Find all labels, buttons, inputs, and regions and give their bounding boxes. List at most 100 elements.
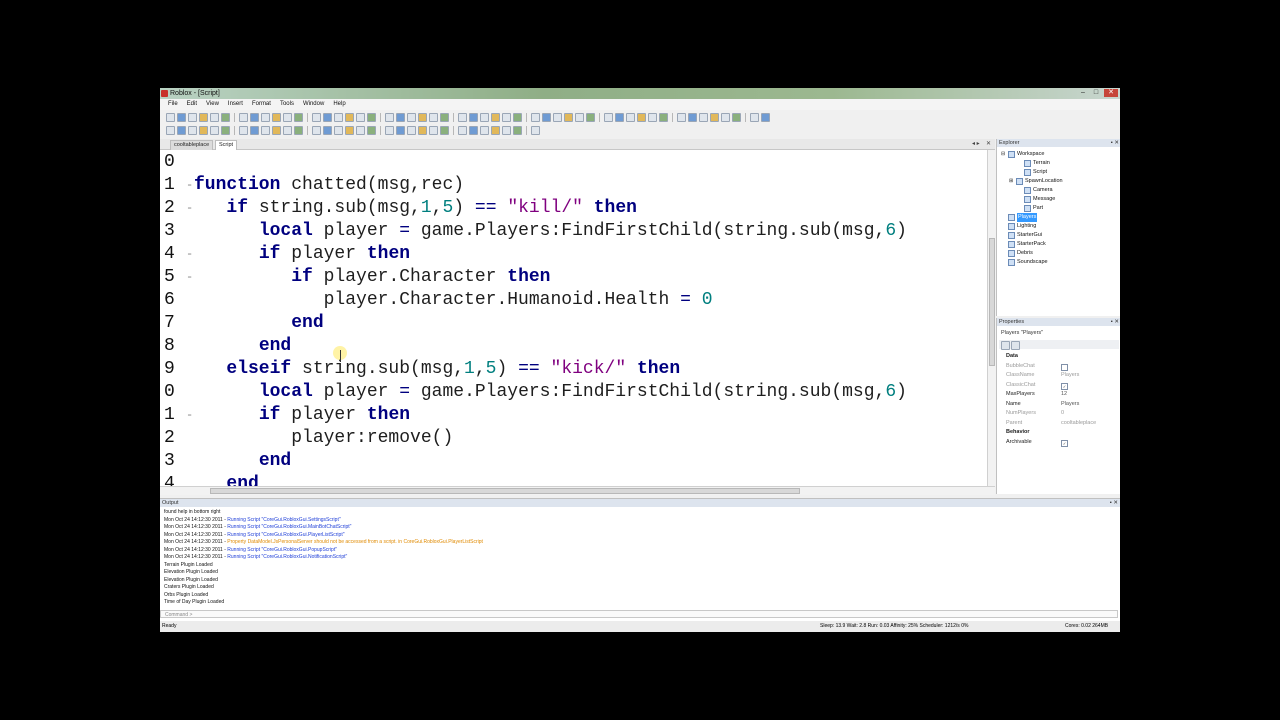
sort-categorized-icon[interactable] [1001,341,1010,350]
toolbar-button-icon[interactable] [418,125,427,135]
tree-expander-icon[interactable]: ⊟ [1001,150,1006,159]
property-category[interactable]: Behavior [997,428,1120,437]
toolbar-button-icon[interactable] [458,125,467,135]
toolbar-button-icon[interactable] [283,112,292,122]
toolbar-button-icon[interactable] [440,112,449,122]
toolbar-button-icon[interactable] [429,112,438,122]
explorer-item[interactable]: Camera [1017,186,1053,195]
toolbar-button-icon[interactable] [429,125,438,135]
toolbar-button-icon[interactable] [188,125,197,135]
explorer-item[interactable]: ⊞ SpawnLocation [1009,177,1063,186]
toolbar-button-icon[interactable] [367,112,376,122]
toolbar-button-icon[interactable] [761,112,770,122]
toolbar-button-icon[interactable] [513,125,522,135]
menu-tools[interactable]: Tools [280,99,294,110]
toolbar-button-icon[interactable] [626,112,635,122]
explorer-item[interactable]: Lighting [1001,222,1036,231]
toolbar-button-icon[interactable] [542,112,551,122]
toolbar-button-icon[interactable] [272,125,281,135]
toolbar-button-icon[interactable] [283,125,292,135]
close-tab-icon[interactable]: ✕ [986,140,991,147]
toolbar-button-icon[interactable] [648,112,657,122]
explorer-item[interactable]: Script [1017,168,1047,177]
toolbar-button-icon[interactable] [367,125,376,135]
toolbar-button-icon[interactable] [385,125,394,135]
command-bar[interactable]: Command > [160,610,1118,618]
toolbar-button-icon[interactable] [721,112,730,122]
toolbar-button-icon[interactable] [458,112,467,122]
property-row[interactable]: Archivable ✓ [997,438,1120,447]
toolbar-button-icon[interactable] [177,112,186,122]
property-checkbox[interactable]: ✓ [1061,439,1068,447]
pane-close-icon[interactable]: ▪ ✕ [1111,139,1119,147]
pane-close-icon[interactable]: ▪ ✕ [1111,318,1119,326]
toolbar-button-icon[interactable] [177,125,186,135]
toolbar-button-icon[interactable] [166,112,175,122]
editor-vertical-scrollbar[interactable] [987,150,996,486]
toolbar-button-icon[interactable] [323,112,332,122]
explorer-item[interactable]: StarterGui [1001,231,1042,240]
toolbar-button-icon[interactable] [553,112,562,122]
toolbar-button-icon[interactable] [407,125,416,135]
explorer-item[interactable]: ⊟ Workspace [1001,150,1044,159]
explorer-item[interactable]: StarterPack [1001,240,1046,249]
fold-marker[interactable]: - [186,174,193,197]
toolbar-button-icon[interactable] [294,112,303,122]
toolbar-button-icon[interactable] [677,112,686,122]
toolbar-button-icon[interactable] [294,125,303,135]
toolbar-button-icon[interactable] [513,112,522,122]
property-row[interactable]: NumPlayers 0 [997,409,1120,418]
property-row[interactable]: Parent cooltableplace [997,419,1120,428]
fold-marker[interactable]: - [186,197,193,220]
vertical-scroll-thumb[interactable] [989,238,995,366]
toolbar-button-icon[interactable] [586,112,595,122]
toolbar-button-icon[interactable] [604,112,613,122]
toolbar-button-icon[interactable] [272,112,281,122]
toolbar-button-icon[interactable] [199,112,208,122]
maximize-button[interactable]: □ [1091,89,1101,97]
toolbar-button-icon[interactable] [491,112,500,122]
script-editor[interactable]: 0 1- function chatted(msg,rec) 2- if string… [160,150,988,486]
explorer-item[interactable]: Message [1017,195,1055,204]
toolbar-button-icon[interactable] [469,112,478,122]
toolbar-button-icon[interactable] [221,125,230,135]
command-input[interactable]: Command > [165,612,192,618]
property-value[interactable]: 12 [1061,390,1067,399]
menu-window[interactable]: Window [303,99,324,110]
toolbar-button-icon[interactable] [418,112,427,122]
toolbar-button-icon[interactable] [199,125,208,135]
minimize-button[interactable]: – [1078,89,1088,97]
toolbar-button-icon[interactable] [334,112,343,122]
toolbar-button-icon[interactable] [469,125,478,135]
menu-insert[interactable]: Insert [228,99,243,110]
toolbar-button-icon[interactable] [407,112,416,122]
menu-view[interactable]: View [206,99,219,110]
toolbar-button-icon[interactable] [710,112,719,122]
toolbar-button-icon[interactable] [385,112,394,122]
explorer-item[interactable]: Part [1017,204,1043,213]
property-checkbox[interactable] [1061,363,1068,371]
toolbar-button-icon[interactable] [188,112,197,122]
menu-help[interactable]: Help [333,99,345,110]
toolbar-button-icon[interactable] [250,125,259,135]
toolbar-button-icon[interactable] [732,112,741,122]
property-row[interactable]: BubbleChat [997,362,1120,371]
toolbar-button-icon[interactable] [396,125,405,135]
toolbar-button-icon[interactable] [502,112,511,122]
toolbar-button-icon[interactable] [239,112,248,122]
fold-marker[interactable]: - [186,266,193,289]
property-row[interactable]: ClassicChat ✓ [997,381,1120,390]
toolbar-button-icon[interactable] [210,125,219,135]
pane-close-icon[interactable]: ▪ ✕ [1110,499,1118,507]
explorer-item[interactable]: Terrain [1017,159,1050,168]
fold-marker[interactable]: - [186,243,193,266]
editor-horizontal-scrollbar[interactable] [160,486,995,495]
toolbar-button-icon[interactable] [221,112,230,122]
property-row[interactable]: Name Players [997,400,1120,409]
toolbar-button-icon[interactable] [480,125,489,135]
toolbar-button-icon[interactable] [688,112,697,122]
close-button[interactable]: ✕ [1104,89,1118,97]
fold-marker[interactable]: - [186,404,193,427]
toolbar-button-icon[interactable] [356,125,365,135]
property-value[interactable]: Players [1061,371,1079,380]
